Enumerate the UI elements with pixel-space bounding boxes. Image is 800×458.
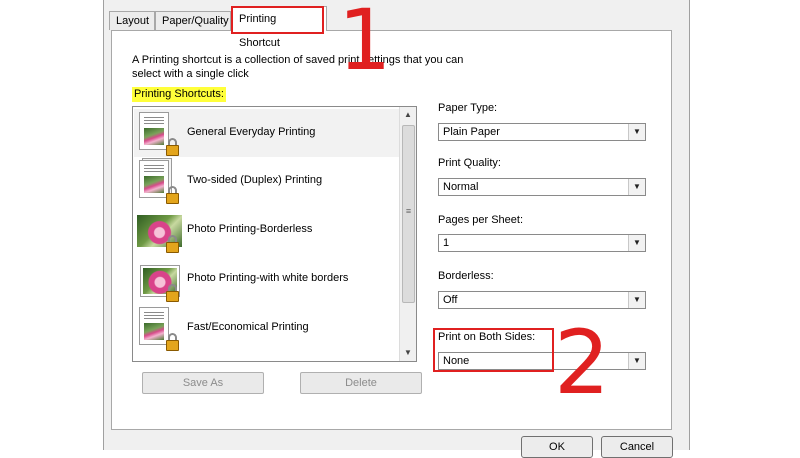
lock-icon (166, 242, 179, 253)
shortcut-label: General Everyday Printing (187, 126, 316, 138)
lock-icon (166, 193, 179, 204)
shortcuts-listbox[interactable]: General Everyday Printing Two-sided (Dup… (132, 106, 417, 362)
tab-highlight-box (231, 6, 324, 34)
delete-button[interactable]: Delete (300, 372, 422, 394)
shortcut-label: Photo Printing-with white borders (187, 272, 349, 284)
shortcut-fast-economical[interactable]: Fast/Economical Printing (134, 304, 400, 352)
chevron-down-icon[interactable]: ▼ (628, 353, 645, 369)
annotation-number-1: 1 (338, 0, 392, 89)
print-quality-label: Print Quality: (438, 157, 501, 169)
scroll-up-arrow-icon[interactable]: ▲ (400, 107, 416, 123)
paper-type-value: Plain Paper (443, 126, 500, 138)
print-quality-value: Normal (443, 181, 479, 193)
tab-layout[interactable]: Layout (109, 11, 155, 30)
borderless-select[interactable]: Off ▼ (438, 291, 646, 309)
annotation-number-2: 2 (554, 311, 610, 414)
intro-text: A Printing shortcut is a collection of s… (132, 54, 464, 80)
bordered-photo-icon (139, 258, 179, 302)
print-quality-select[interactable]: Normal ▼ (438, 178, 646, 196)
scroll-thumb[interactable]: ≡ (402, 125, 415, 303)
list-scrollbar[interactable]: ▲ ≡ ▼ (399, 107, 416, 361)
shortcut-two-sided[interactable]: Two-sided (Duplex) Printing (134, 157, 400, 205)
chevron-down-icon[interactable]: ▼ (628, 124, 645, 140)
photo-icon (137, 209, 182, 253)
borderless-label: Borderless: (438, 270, 494, 282)
paper-type-select[interactable]: Plain Paper ▼ (438, 123, 646, 141)
borderless-value: Off (443, 294, 458, 306)
pages-per-sheet-label: Pages per Sheet: (438, 214, 524, 226)
background-left (0, 0, 103, 450)
shortcut-label: Two-sided (Duplex) Printing (187, 174, 323, 186)
shortcut-photo-white-borders[interactable]: Photo Printing-with white borders (134, 255, 400, 303)
ok-button[interactable]: OK (521, 436, 593, 458)
tab-paper-quality[interactable]: Paper/Quality (155, 11, 231, 30)
lock-icon (166, 340, 179, 351)
duplex-document-icon (139, 158, 179, 204)
background-right (688, 0, 800, 450)
lock-icon (166, 145, 179, 156)
paper-type-label: Paper Type: (438, 102, 498, 114)
scroll-down-arrow-icon[interactable]: ▼ (400, 345, 416, 361)
shortcut-photo-borderless[interactable]: Photo Printing-Borderless (134, 206, 400, 254)
chevron-down-icon[interactable]: ▼ (628, 235, 645, 251)
document-icon (139, 307, 179, 351)
pages-per-sheet-select[interactable]: 1 ▼ (438, 234, 646, 252)
shortcut-label: Fast/Economical Printing (187, 321, 309, 333)
chevron-down-icon[interactable]: ▼ (628, 292, 645, 308)
lock-icon (166, 291, 179, 302)
save-as-button[interactable]: Save As (142, 372, 264, 394)
document-icon (139, 112, 179, 156)
shortcut-label: Photo Printing-Borderless (187, 223, 313, 235)
chevron-down-icon[interactable]: ▼ (628, 179, 645, 195)
printing-shortcuts-label: Printing Shortcuts: (132, 87, 226, 102)
pages-per-sheet-value: 1 (443, 237, 450, 249)
cancel-button[interactable]: Cancel (601, 436, 673, 458)
both-sides-highlight-box (433, 328, 554, 372)
grip-icon: ≡ (405, 206, 412, 216)
shortcut-general-everyday[interactable]: General Everyday Printing (134, 109, 400, 157)
